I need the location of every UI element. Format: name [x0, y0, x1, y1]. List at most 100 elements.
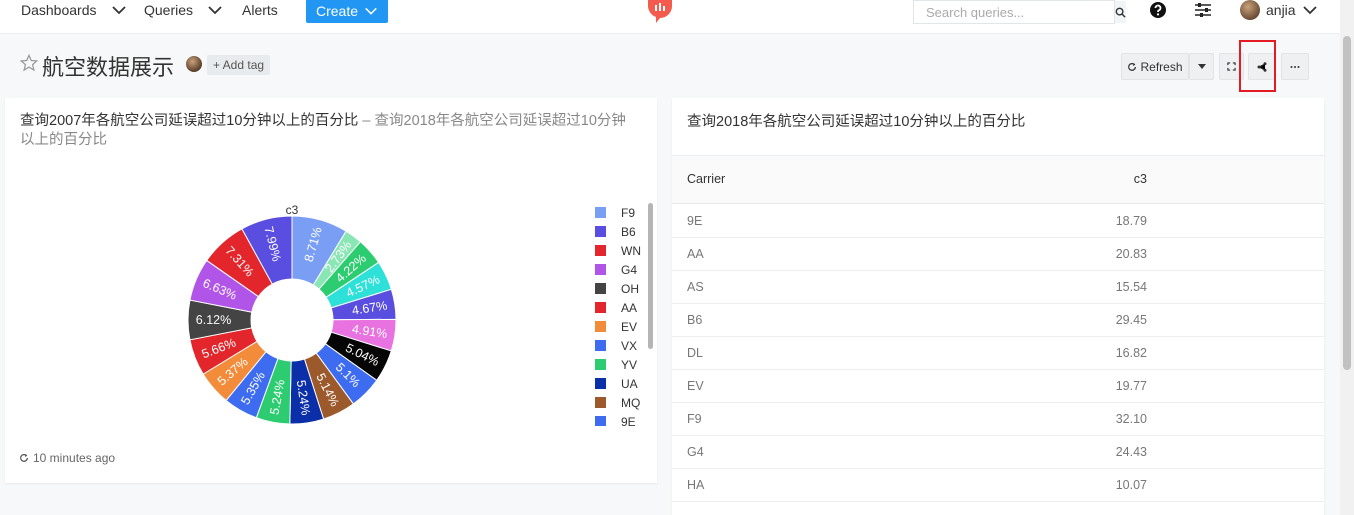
- legend-item[interactable]: WN: [595, 244, 641, 258]
- favorite-star-icon[interactable]: [20, 54, 38, 72]
- table-row: AS 15.54: [672, 271, 1324, 304]
- fullscreen-icon: [1227, 62, 1236, 71]
- caret-down-icon: [1197, 63, 1206, 69]
- cell-c3: 24.43: [1115, 445, 1147, 459]
- last-updated-text: 10 minutes ago: [33, 451, 116, 465]
- cell-c3: 32.10: [1115, 412, 1147, 426]
- page-title: 航空数据展示: [42, 55, 175, 80]
- legend-label: VX: [621, 339, 637, 353]
- widget-title: 查询2018年各航空公司延误超过10分钟以上的百分比: [687, 114, 1026, 130]
- legend-item[interactable]: 9E: [595, 415, 636, 429]
- redash-logo-icon[interactable]: [646, 0, 674, 24]
- legend-swatch: [595, 397, 606, 408]
- legend-item[interactable]: AA: [595, 301, 637, 315]
- more-options-button[interactable]: [1281, 53, 1309, 80]
- widget-pie-chart: 查询2007年各航空公司延误超过10分钟以上的百分比 – 查询2018年各航空公…: [5, 98, 657, 483]
- search-button[interactable]: [1114, 1, 1126, 23]
- legend-item[interactable]: G4: [595, 263, 637, 277]
- create-button[interactable]: Create: [306, 0, 388, 23]
- table-row: EV 19.77: [672, 370, 1324, 403]
- legend-swatch: [595, 378, 606, 389]
- legend-item[interactable]: EV: [595, 320, 637, 334]
- share-button-highlight: [1239, 40, 1276, 92]
- last-updated: 10 minutes ago: [19, 451, 115, 465]
- add-tag-button[interactable]: + Add tag: [207, 55, 271, 75]
- refresh-button[interactable]: Refresh: [1121, 53, 1189, 80]
- legend-item[interactable]: MQ: [595, 396, 640, 410]
- legend-item[interactable]: F9: [595, 206, 635, 220]
- legend-label: AA: [621, 301, 637, 315]
- legend-swatch: [595, 264, 606, 275]
- search-input[interactable]: [914, 1, 1114, 23]
- settings-button[interactable]: [1193, 0, 1213, 20]
- nav-dashboards[interactable]: Dashboards: [21, 0, 127, 20]
- cell-c3: 20.83: [1115, 247, 1147, 261]
- chevron-down-icon: [1302, 6, 1317, 15]
- nav-alerts-label: Alerts: [242, 2, 278, 18]
- legend-label: EV: [621, 320, 637, 334]
- legend-label: MQ: [621, 396, 640, 410]
- legend-item[interactable]: OH: [595, 282, 639, 296]
- cell-carrier: G4: [687, 445, 704, 459]
- legend-label: OH: [621, 282, 639, 296]
- legend-swatch: [595, 245, 606, 256]
- legend-label: F9: [621, 206, 635, 220]
- legend-item[interactable]: YV: [595, 358, 637, 372]
- nav-alerts[interactable]: Alerts: [242, 0, 278, 20]
- username: anjia: [1266, 2, 1296, 18]
- cell-c3: 19.77: [1115, 379, 1147, 393]
- owner-avatar: [186, 56, 202, 72]
- column-header-carrier[interactable]: Carrier: [687, 172, 725, 186]
- legend-label: YV: [621, 358, 637, 372]
- refresh-icon: [20, 453, 28, 462]
- cell-c3: 18.79: [1115, 214, 1147, 228]
- legend-swatch: [595, 302, 606, 313]
- scrollbar-thumb[interactable]: [1343, 36, 1351, 370]
- refresh-dropdown-button[interactable]: [1189, 53, 1214, 80]
- table-row: B6 29.45: [672, 304, 1324, 337]
- cell-c3: 10.07: [1115, 478, 1147, 492]
- legend-item[interactable]: UA: [595, 377, 638, 391]
- page-scrollbar[interactable]: [1340, 0, 1354, 515]
- chevron-down-icon: [208, 6, 222, 15]
- avatar: [1240, 0, 1260, 20]
- help-button[interactable]: [1148, 0, 1168, 20]
- legend-scrollbar[interactable]: [648, 203, 653, 349]
- nav-queries-label: Queries: [144, 2, 194, 18]
- nav-queries[interactable]: Queries: [144, 0, 223, 20]
- legend-swatch: [595, 359, 606, 370]
- help-icon: [1150, 2, 1166, 18]
- slice-label: 6.12%: [196, 313, 231, 327]
- legend-label: B6: [621, 225, 636, 239]
- nav-dashboards-label: Dashboards: [21, 2, 97, 18]
- top-navbar: Dashboards Queries Alerts Create anjia: [0, 0, 1340, 34]
- search-box: [913, 0, 1126, 24]
- column-header-c3[interactable]: c3: [1134, 172, 1147, 186]
- legend-swatch: [595, 416, 606, 426]
- legend-item[interactable]: VX: [595, 339, 637, 353]
- table-row: AA 20.83: [672, 238, 1324, 271]
- legend-swatch: [595, 321, 606, 332]
- table-header: Carrier c3: [672, 156, 1324, 204]
- legend-swatch: [595, 207, 606, 218]
- refresh-icon: [1128, 62, 1137, 71]
- donut-chart: c3 8.71%2.73%4.22%4.57%4.67%4.91%5.04%5.…: [187, 203, 641, 429]
- legend-label: UA: [621, 377, 638, 391]
- widget-table: 查询2018年各航空公司延误超过10分钟以上的百分比 Carrier c3 9E…: [672, 98, 1324, 515]
- cell-carrier: HA: [687, 478, 705, 492]
- search-icon: [1115, 7, 1126, 18]
- create-button-label: Create: [315, 3, 359, 19]
- table-row: DL 16.82: [672, 337, 1324, 370]
- chart-title: c3: [286, 203, 299, 217]
- user-menu[interactable]: anjia: [1240, 0, 1318, 20]
- cell-carrier: B6: [687, 313, 703, 327]
- cell-carrier: 9E: [687, 214, 703, 228]
- cell-carrier: F9: [687, 412, 702, 426]
- cell-c3: 15.54: [1115, 280, 1147, 294]
- table-row: G4 24.43: [672, 436, 1324, 469]
- legend-item[interactable]: B6: [595, 225, 636, 239]
- cell-c3: 16.82: [1115, 346, 1147, 360]
- refresh-button-label: Refresh: [1140, 59, 1183, 74]
- cell-carrier: DL: [687, 346, 703, 360]
- ellipsis-icon: [1290, 65, 1300, 68]
